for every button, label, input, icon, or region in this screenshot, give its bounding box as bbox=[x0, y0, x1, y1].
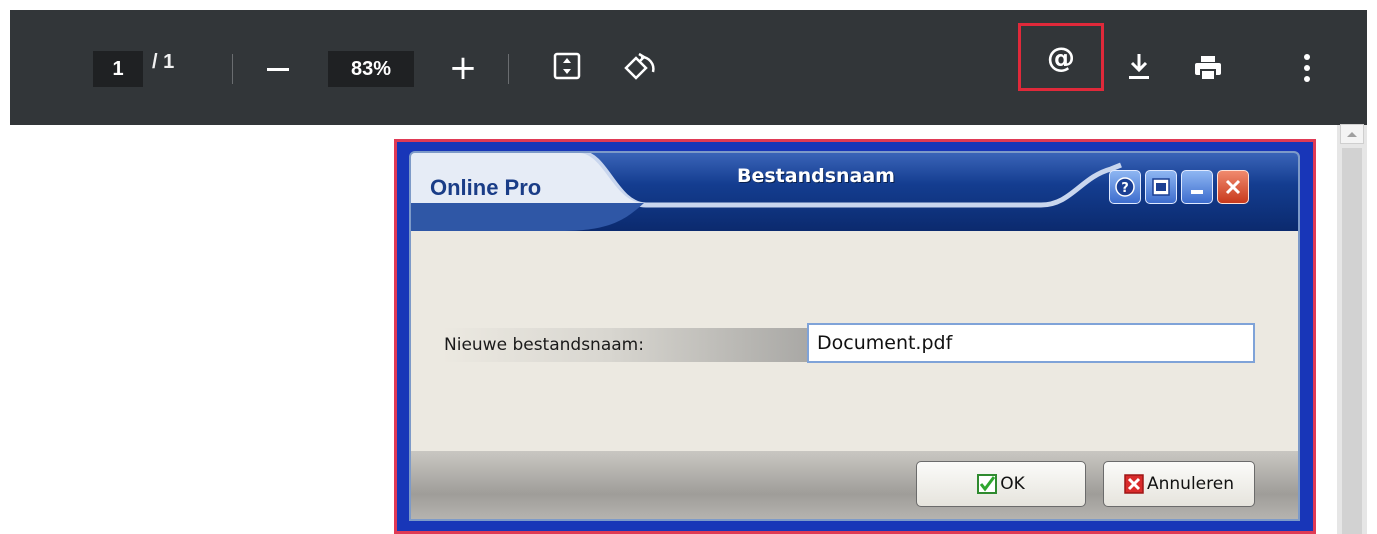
fit-page-icon bbox=[553, 52, 581, 80]
rotate-icon bbox=[624, 52, 655, 80]
toolbar-divider bbox=[508, 54, 509, 84]
close-button[interactable] bbox=[1217, 170, 1249, 204]
cancel-icon bbox=[1124, 474, 1144, 494]
zoom-out-button[interactable] bbox=[260, 52, 296, 86]
more-options-button[interactable] bbox=[1302, 52, 1312, 84]
more-icon bbox=[1304, 54, 1310, 82]
scroll-up-button[interactable] bbox=[1340, 124, 1364, 144]
page-number-input[interactable]: 1 bbox=[93, 51, 143, 87]
svg-text:?: ? bbox=[1121, 181, 1129, 196]
download-icon bbox=[1129, 54, 1149, 79]
download-button[interactable] bbox=[1127, 52, 1151, 82]
minus-icon bbox=[267, 67, 289, 71]
print-icon bbox=[1195, 56, 1221, 81]
check-icon bbox=[977, 474, 998, 494]
pdf-toolbar: 1 / 1 83% + @ bbox=[10, 10, 1367, 125]
help-icon: ? bbox=[1115, 177, 1135, 197]
dialog-title-bar[interactable]: Online Pro Bestandsnaam ? bbox=[411, 153, 1298, 231]
email-icon: @ bbox=[1047, 40, 1075, 74]
cancel-button[interactable]: Annuleren bbox=[1103, 461, 1255, 507]
filename-label: Nieuwe bestandsnaam: bbox=[442, 328, 813, 362]
minimize-icon bbox=[1191, 190, 1203, 194]
zoom-in-button[interactable]: + bbox=[448, 48, 478, 88]
zoom-level-input[interactable]: 83% bbox=[328, 51, 414, 87]
minimize-button[interactable] bbox=[1181, 170, 1213, 204]
ok-label: OK bbox=[1000, 474, 1025, 494]
filename-input[interactable] bbox=[807, 323, 1255, 363]
rotate-button[interactable] bbox=[622, 50, 658, 86]
dialog-brand: Online Pro bbox=[430, 175, 542, 200]
toolbar-divider bbox=[232, 54, 233, 84]
email-button[interactable]: @ bbox=[1018, 23, 1104, 91]
page-total: / 1 bbox=[152, 51, 175, 73]
scrollbar-thumb[interactable] bbox=[1342, 148, 1362, 534]
screenshot-button[interactable] bbox=[1145, 170, 1177, 204]
dialog-title: Bestandsnaam bbox=[737, 165, 895, 187]
ok-button[interactable]: OK bbox=[916, 461, 1086, 507]
cancel-label: Annuleren bbox=[1147, 474, 1234, 494]
chevron-up-icon bbox=[1347, 132, 1357, 137]
help-button[interactable]: ? bbox=[1109, 170, 1141, 204]
filename-dialog: Online Pro Bestandsnaam ? Nieuwe bestand bbox=[409, 151, 1300, 521]
window-icon bbox=[1152, 178, 1170, 196]
fit-page-button[interactable] bbox=[553, 52, 581, 80]
print-button[interactable] bbox=[1193, 54, 1223, 82]
close-icon bbox=[1225, 179, 1241, 195]
